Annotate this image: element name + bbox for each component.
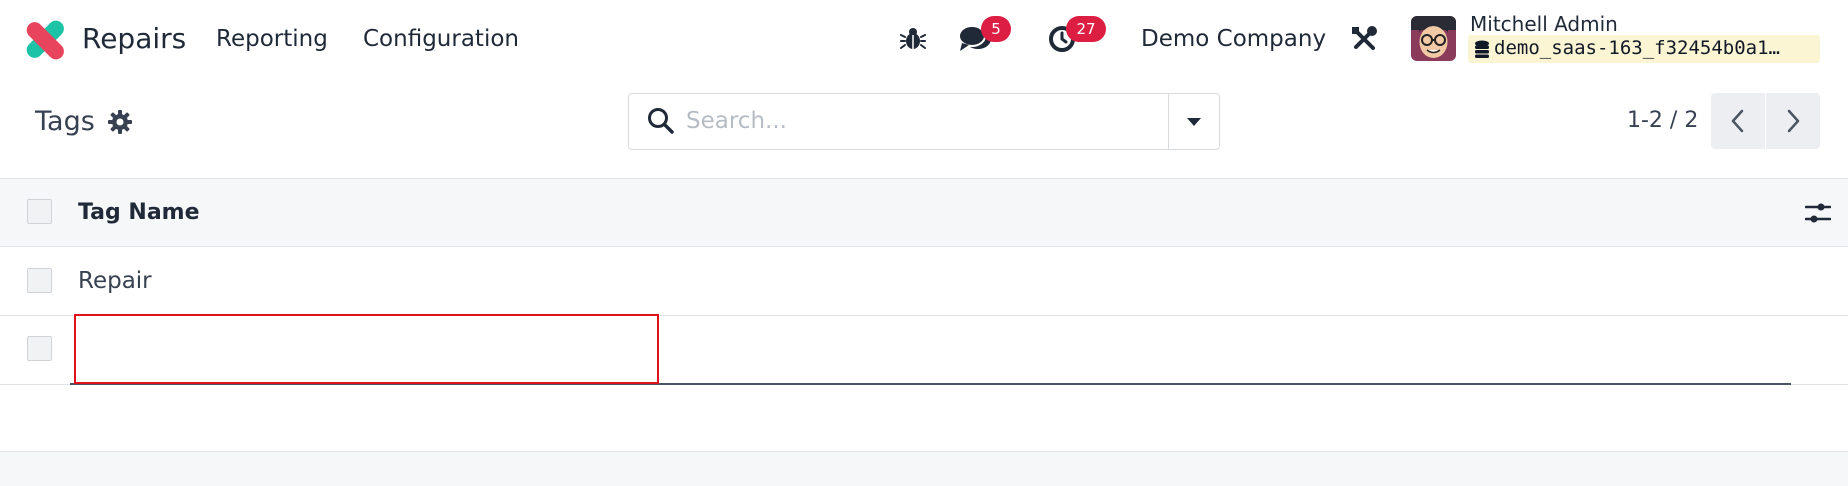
caret-down-icon[interactable] (1186, 117, 1202, 127)
pager-value[interactable]: 1-2 / 2 (1627, 108, 1698, 133)
pager-previous-button[interactable] (1711, 93, 1765, 149)
chevron-right-icon (1787, 109, 1800, 133)
activities-badge: 27 (1066, 16, 1106, 42)
app-name[interactable]: Repairs (82, 22, 186, 55)
list-footer (0, 451, 1848, 486)
top-navbar: Repairs Reporting Configuration 5 27 Dem… (0, 0, 1848, 80)
table-row[interactable] (0, 247, 1848, 316)
messages-badge: 5 (981, 16, 1011, 42)
database-icon (1475, 40, 1489, 58)
pager-next-button[interactable] (1766, 93, 1820, 149)
tools-icon[interactable] (1350, 25, 1378, 53)
user-name[interactable]: Mitchell Admin (1470, 12, 1618, 36)
column-header-tag-name[interactable]: Tag Name (78, 200, 200, 225)
chevron-left-icon (1731, 109, 1744, 133)
page-title: Tags (35, 106, 95, 137)
search-input[interactable] (686, 101, 1166, 141)
database-name: demo_saas-163_f32454b0a1… (1494, 37, 1780, 59)
list-header (0, 178, 1848, 247)
menu-reporting[interactable]: Reporting (216, 26, 328, 52)
bug-icon[interactable] (900, 26, 926, 52)
row-checkbox[interactable] (27, 268, 52, 293)
gear-icon[interactable] (108, 110, 132, 134)
menu-configuration[interactable]: Configuration (363, 26, 519, 52)
select-all-checkbox[interactable] (27, 199, 52, 224)
optional-columns-icon[interactable] (1805, 200, 1831, 226)
company-switcher[interactable]: Demo Company (1141, 26, 1326, 52)
tag-name-cell[interactable]: Repair (78, 268, 152, 294)
row-checkbox[interactable] (27, 336, 52, 361)
tag-name-input[interactable] (74, 314, 659, 384)
avatar[interactable] (1411, 16, 1456, 61)
search-icon (648, 108, 674, 134)
app-logo-icon[interactable] (25, 20, 67, 60)
